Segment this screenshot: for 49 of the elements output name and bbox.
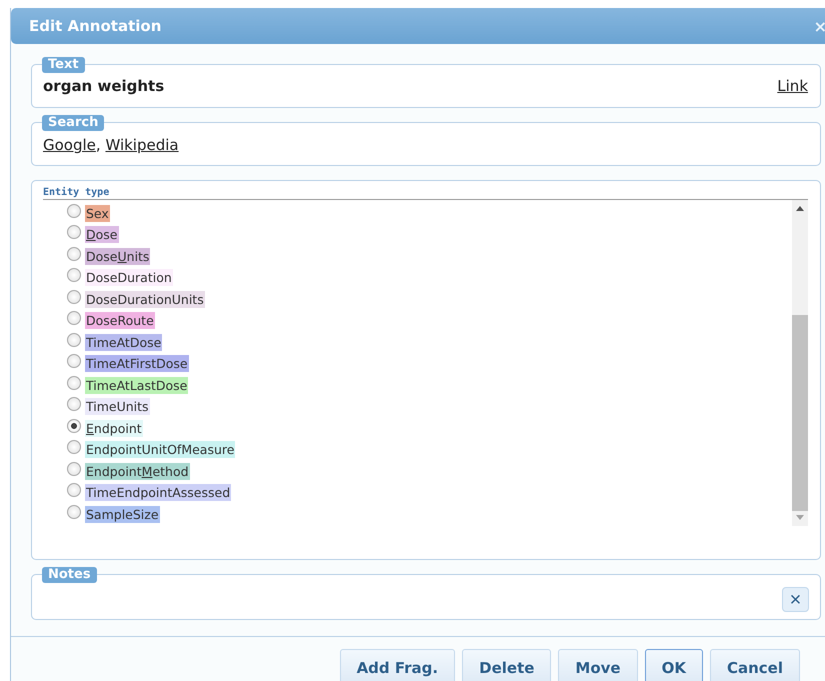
annotation-text: organ weights (43, 77, 164, 95)
radio-button[interactable] (67, 376, 81, 390)
dialog-button[interactable]: Move (558, 649, 638, 681)
radio-button[interactable] (67, 418, 81, 432)
entity-type-label[interactable]: DoseDuration (85, 269, 173, 286)
entity-type-label[interactable]: TimeAtLastDose (85, 376, 188, 394)
radio-button[interactable] (67, 397, 81, 411)
radio-button[interactable] (67, 268, 81, 282)
entity-type-label[interactable]: EndpointUnitOfMeasure (85, 441, 236, 458)
radio-button[interactable] (67, 504, 81, 518)
radio-button[interactable] (67, 204, 81, 218)
clear-button[interactable]: × (782, 587, 809, 612)
radio-button[interactable] (67, 311, 81, 325)
fieldset-legend: Search (42, 115, 104, 131)
dialog-button[interactable]: Add Frag. (340, 649, 456, 681)
entity-type-label[interactable]: TimeUnits (85, 398, 150, 415)
entity-type-label[interactable]: DoseUnits (85, 248, 150, 264)
entity-type-label[interactable]: Endpoint (85, 420, 143, 436)
search-link[interactable]: Wikipedia (105, 136, 179, 154)
radio-button[interactable] (67, 440, 81, 454)
radio-button[interactable] (67, 290, 81, 304)
entity-type-label[interactable]: Sex (85, 204, 110, 222)
fieldset-legend: Notes (42, 567, 97, 583)
link[interactable]: Link (777, 77, 808, 95)
entity-type-label[interactable]: SampleSize (85, 506, 160, 522)
entity-type-label[interactable]: TimeAtDose (85, 334, 162, 350)
separator: , (96, 136, 102, 154)
radio-button[interactable] (67, 246, 81, 260)
scrollbar[interactable] (792, 200, 808, 526)
dialog-button[interactable]: Delete (462, 649, 552, 681)
fieldset-legend: Entity type (43, 187, 110, 198)
entity-type-label[interactable]: EndpointMethod (85, 462, 190, 480)
entity-type-label[interactable]: TimeEndpointAssessed (85, 484, 232, 501)
dialog-button[interactable]: Cancel (710, 649, 800, 681)
entity-type-label[interactable]: Dose (85, 226, 118, 243)
scroll-down-icon[interactable] (796, 515, 804, 520)
fieldset-legend: Text (42, 57, 85, 73)
radio-button[interactable] (67, 332, 81, 346)
dialog-button[interactable]: OK (644, 649, 703, 681)
entity-type-label[interactable]: DoseRoute (85, 312, 155, 329)
radio-button[interactable] (67, 462, 81, 476)
search-link[interactable]: Google (43, 136, 96, 154)
radio-button[interactable] (67, 483, 81, 497)
scroll-up-icon[interactable] (796, 206, 804, 211)
radio-button[interactable] (67, 354, 81, 368)
radio-button[interactable] (67, 225, 81, 239)
entity-type-label[interactable]: TimeAtFirstDose (85, 355, 189, 372)
entity-type-label[interactable]: DoseDurationUnits (85, 290, 205, 308)
dialog-title: Edit Annotation (29, 17, 162, 35)
